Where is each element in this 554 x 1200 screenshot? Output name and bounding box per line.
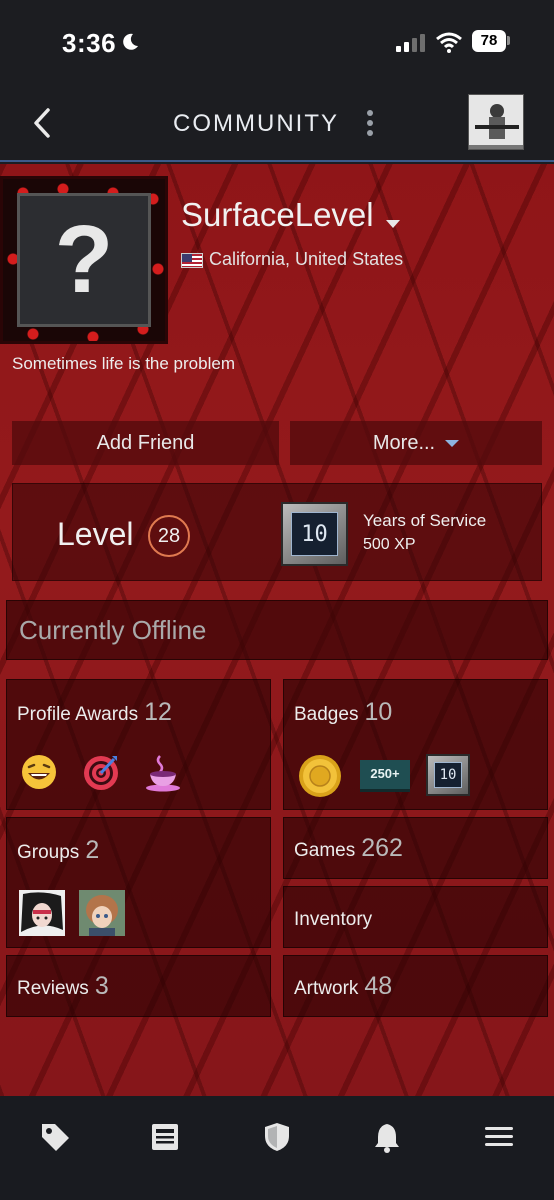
badges-label: Badges <box>294 704 359 725</box>
reviews-title: Reviews 3 <box>17 972 109 1001</box>
artwork-count: 48 <box>364 972 393 1000</box>
app-header: COMMUNITY <box>0 86 554 162</box>
badges-title: Badges 10 <box>294 698 392 727</box>
more-label: More... <box>372 431 436 454</box>
groups-label: Groups <box>17 842 80 863</box>
award-icons <box>19 752 183 792</box>
status-bar: 3:36 78 <box>0 0 554 86</box>
profile-avatar-frame: ? <box>0 176 168 344</box>
more-button[interactable]: More... <box>290 421 542 465</box>
username-dropdown-icon[interactable] <box>386 220 400 228</box>
artwork-label: Artwork <box>294 978 359 999</box>
status-time: 3:36 <box>62 28 117 58</box>
profile-awards-label: Profile Awards <box>17 704 139 725</box>
add-friend-button[interactable]: Add Friend <box>12 421 279 465</box>
battery-indicator: 78 <box>472 30 506 52</box>
bell-icon[interactable] <box>370 1120 404 1154</box>
reviews-panel[interactable]: Reviews 3 <box>6 955 271 1017</box>
us-flag-icon <box>181 253 203 268</box>
more-options-icon[interactable] <box>360 108 380 140</box>
games-count: 262 <box>361 834 403 862</box>
profile-username[interactable]: SurfaceLevel <box>181 196 374 234</box>
back-chevron-icon[interactable] <box>26 106 60 140</box>
news-icon[interactable] <box>148 1120 182 1154</box>
user-avatar[interactable] <box>468 94 524 150</box>
level-label: Level <box>57 516 134 552</box>
shield-icon[interactable] <box>260 1120 294 1154</box>
bottom-navigation <box>0 1096 554 1200</box>
profile-avatar[interactable]: ? <box>17 193 151 327</box>
games-label: Games <box>294 840 356 861</box>
level-badge: 28 <box>148 515 190 557</box>
group-icons <box>19 890 125 936</box>
online-status-panel: Currently Offline <box>6 600 548 660</box>
badge-xp: 500 XP <box>363 536 416 553</box>
add-friend-label: Add Friend <box>96 431 195 454</box>
level-panel: Level 28 10 Years of Service 500 XP <box>12 483 542 581</box>
badges-count: 10 <box>364 698 393 726</box>
profile-location: California, United States <box>209 249 404 269</box>
reviews-label: Reviews <box>17 978 89 999</box>
page-title: COMMUNITY <box>173 110 339 137</box>
games-panel[interactable]: Games 262 <box>283 817 548 879</box>
tag-icon[interactable] <box>38 1120 72 1154</box>
target-icon[interactable] <box>81 752 121 792</box>
250-plus-badge-text: 250+ <box>370 766 400 781</box>
moon-icon <box>123 33 138 50</box>
badge-icons: 250+ 10 <box>296 754 470 798</box>
inventory-label: Inventory <box>294 909 373 930</box>
groups-panel[interactable]: Groups 2 <box>6 817 271 948</box>
groups-title: Groups 2 <box>17 836 99 865</box>
avatar-photo-icon <box>469 95 523 149</box>
artwork-title: Artwork 48 <box>294 972 392 1001</box>
reviews-count: 3 <box>94 972 109 1000</box>
wifi-icon <box>436 32 462 53</box>
group-avatar-icon[interactable] <box>79 890 125 936</box>
hot-drink-icon[interactable] <box>143 752 183 792</box>
chevron-down-icon <box>445 439 460 447</box>
250-plus-badge-icon[interactable]: 250+ <box>360 760 410 792</box>
profile-awards-panel[interactable]: Profile Awards 12 <box>6 679 271 810</box>
badges-panel[interactable]: Badges 10 250+ 10 <box>283 679 548 810</box>
profile-awards-count: 12 <box>144 698 172 726</box>
years-of-service-badge-icon[interactable]: 10 <box>426 754 470 796</box>
groups-count: 2 <box>85 836 100 864</box>
menu-icon[interactable] <box>482 1120 516 1154</box>
badge-number-small: 10 <box>434 762 462 788</box>
profile-awards-title: Profile Awards 12 <box>17 698 172 727</box>
group-avatar-icon[interactable] <box>19 890 65 936</box>
battery-tip <box>507 36 510 45</box>
inventory-panel[interactable]: Inventory <box>283 886 548 948</box>
games-title: Games 262 <box>294 834 403 863</box>
years-of-service-badge[interactable]: 10 <box>281 502 348 566</box>
years-of-service-number: 10 <box>291 512 338 556</box>
profile-summary: Sometimes life is the problem <box>12 354 235 373</box>
signal-icon <box>396 34 425 52</box>
online-status: Currently Offline <box>19 615 207 645</box>
gold-coin-badge-icon[interactable] <box>296 754 344 798</box>
laughing-emoji-icon[interactable] <box>19 752 59 792</box>
artwork-panel[interactable]: Artwork 48 <box>283 955 548 1017</box>
badge-title: Years of Service <box>363 511 487 530</box>
